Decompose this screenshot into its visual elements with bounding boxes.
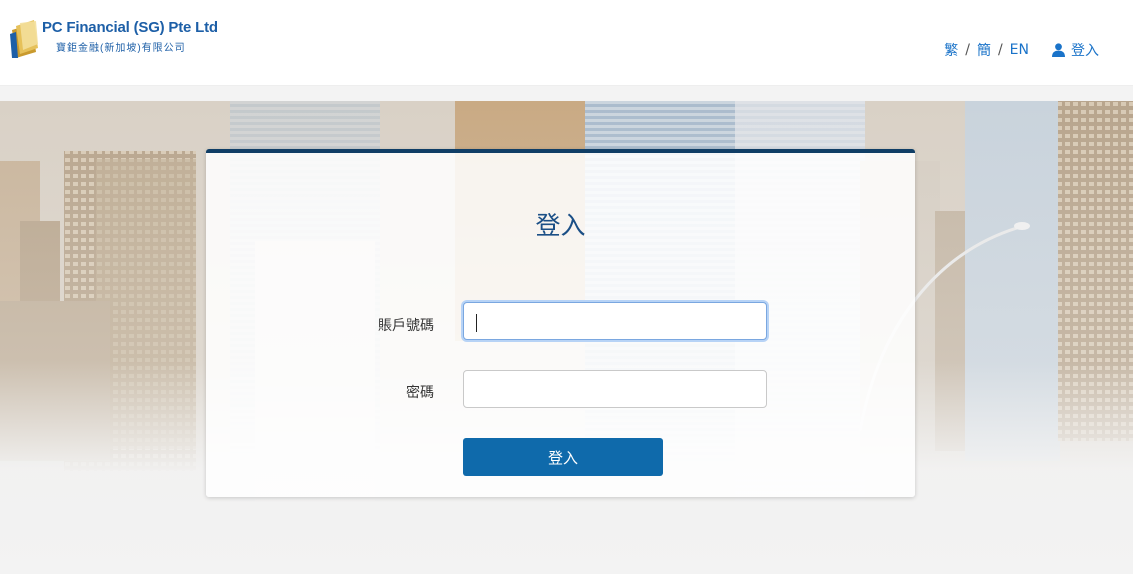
account-number-input[interactable] [463, 302, 767, 340]
header-login-link[interactable]: 登入 [1052, 40, 1099, 60]
password-input[interactable] [463, 370, 767, 408]
header-login-label: 登入 [1071, 43, 1099, 59]
company-name-chinese: 寶鉅金融(新加坡)有限公司 [56, 43, 186, 54]
login-title: 登入 [535, 211, 586, 240]
password-label: 密碼 [406, 385, 434, 401]
company-logo[interactable]: PC Financial (SG) Pte Ltd 寶鉅金融(新加坡)有限公司 [10, 16, 225, 60]
lang-english[interactable]: EN [1010, 42, 1029, 58]
user-icon [1052, 43, 1065, 57]
company-name: PC Financial (SG) Pte Ltd [42, 19, 218, 36]
header-nav: 繁 / 簡 / EN 登入 [944, 41, 1099, 59]
logo-mark-icon [10, 20, 38, 58]
top-header: PC Financial (SG) Pte Ltd 寶鉅金融(新加坡)有限公司 … [0, 0, 1133, 86]
text-caret [476, 314, 477, 332]
lang-separator: / [965, 42, 970, 58]
lang-separator: / [997, 42, 1003, 58]
account-number-label: 賬戶號碼 [378, 318, 434, 334]
login-card: 登入 賬戶號碼 密碼 登入 [206, 149, 915, 497]
lang-simplified-chinese[interactable]: 簡 [977, 40, 991, 60]
login-submit-button[interactable]: 登入 [463, 438, 663, 476]
lang-traditional-chinese[interactable]: 繁 [944, 40, 958, 60]
